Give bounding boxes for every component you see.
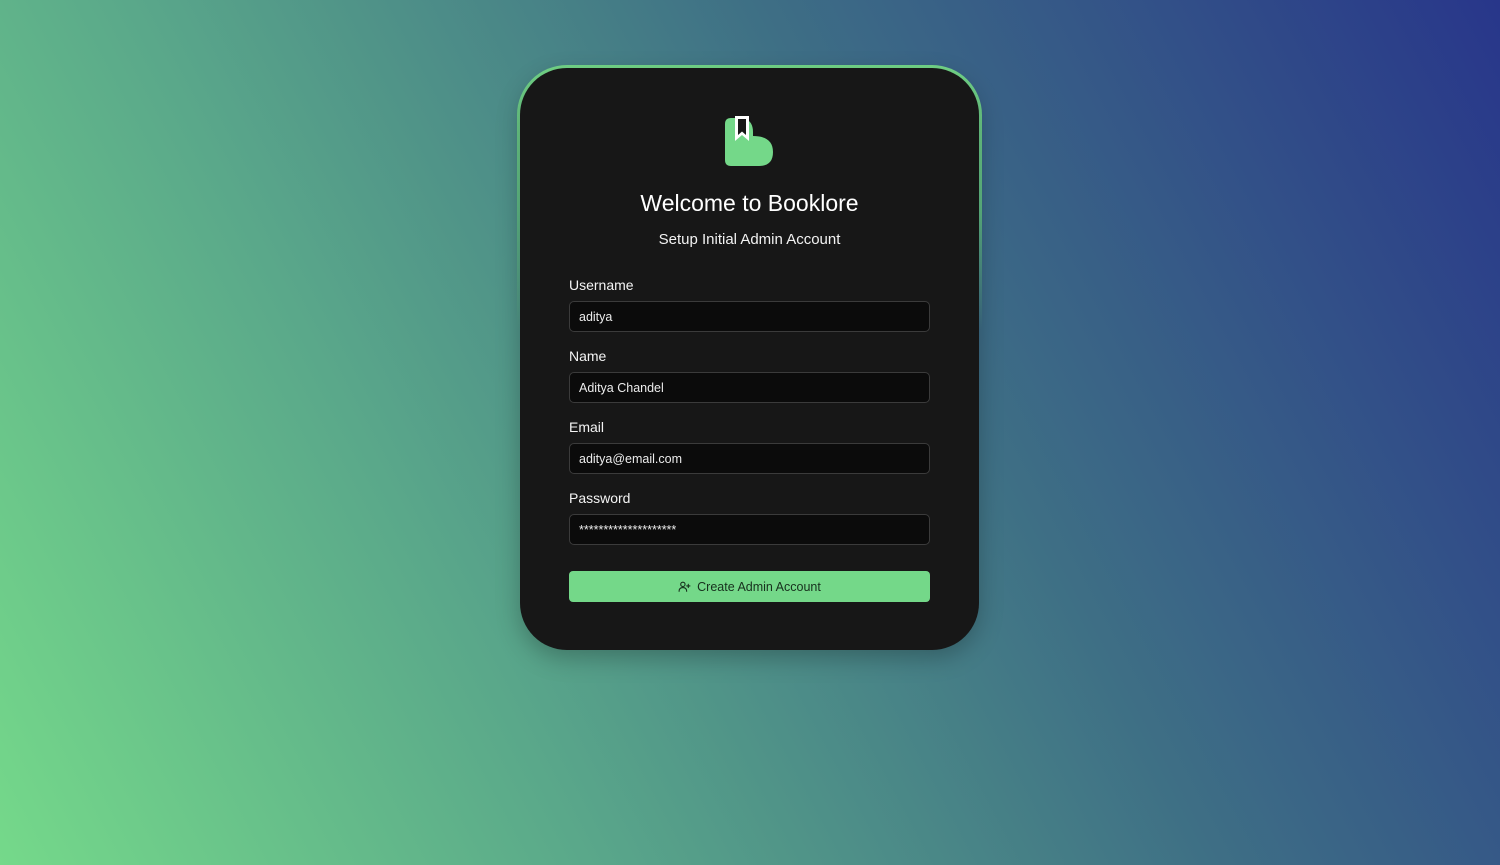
name-label: Name <box>569 348 607 364</box>
user-plus-icon <box>678 581 691 592</box>
page-subtitle: Setup Initial Admin Account <box>658 231 841 248</box>
password-label: Password <box>569 490 631 506</box>
page-title: Welcome to Booklore <box>640 190 859 216</box>
email-label: Email <box>569 419 605 435</box>
email-field[interactable] <box>569 443 930 474</box>
name-field[interactable] <box>569 372 930 403</box>
create-admin-account-button[interactable]: Create Admin Account <box>569 571 930 602</box>
password-field[interactable] <box>569 514 930 545</box>
username-label: Username <box>569 277 634 293</box>
username-field[interactable] <box>569 301 930 332</box>
booklore-logo-icon <box>725 116 773 166</box>
create-admin-account-label: Create Admin Account <box>697 579 821 594</box>
